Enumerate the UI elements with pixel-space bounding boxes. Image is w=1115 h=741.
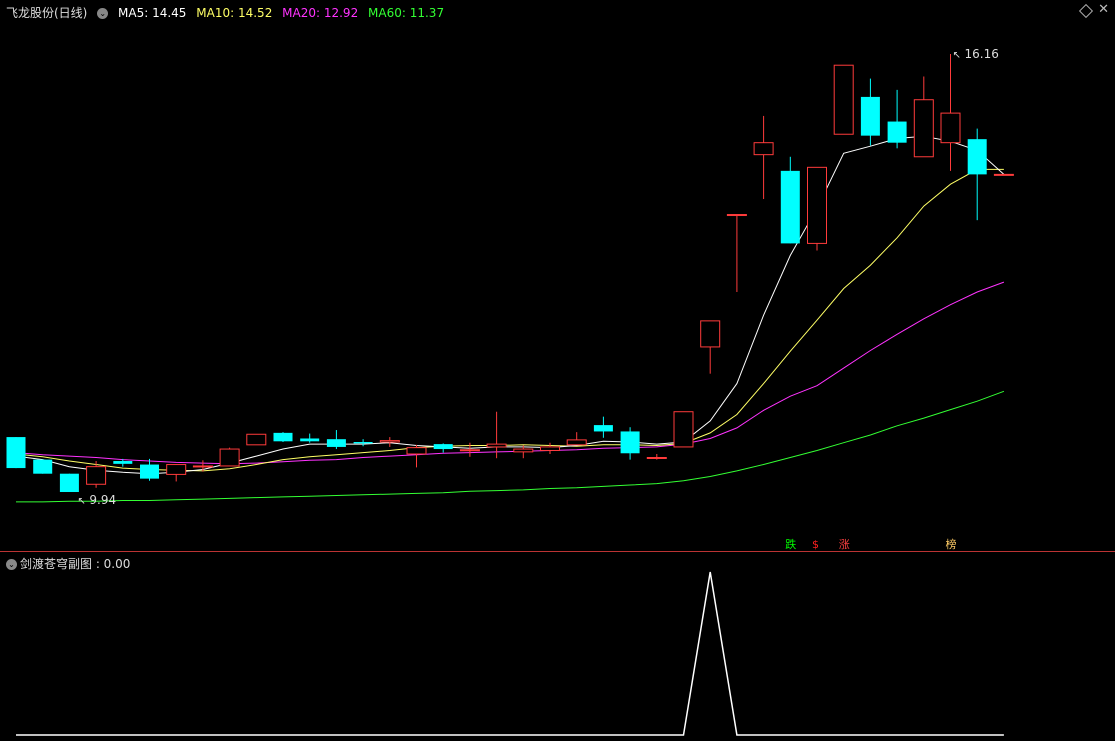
candle-body-up — [993, 173, 1014, 176]
candle-body-up — [513, 448, 534, 453]
candle-body-up — [486, 443, 507, 448]
sub-legend: ⌄ 剑渡苍穹副图 : 0.00 — [6, 555, 130, 572]
candle-body-down — [59, 473, 79, 493]
candle-body-down — [326, 439, 346, 447]
low-price-label: 9.94 — [89, 493, 116, 507]
ma60-label: MA60: 11.37 — [368, 6, 445, 20]
candle-body-down — [33, 459, 53, 474]
candle-body-up — [166, 464, 187, 475]
ma5-line — [15, 135, 1005, 475]
signal-marker: 涨 — [838, 538, 850, 551]
arrow-icon: ↖ — [77, 496, 85, 507]
main-kline-chart[interactable]: 16.16 ↖ 9.94 ↖ — [0, 0, 1115, 552]
candle-body-up — [673, 411, 694, 448]
candle-body-up — [913, 99, 934, 158]
candle-body-down — [353, 442, 373, 444]
candle-body-up — [833, 64, 854, 135]
candle-body-down — [887, 121, 907, 143]
stock-title[interactable]: 飞龙股份(日线) — [6, 6, 87, 20]
candle-body-up — [646, 457, 667, 460]
candle-body-down — [780, 170, 800, 244]
sub-indicator-chart[interactable] — [0, 552, 1115, 741]
candle-body-up — [940, 112, 961, 144]
ma10-line — [15, 168, 1004, 472]
close-icon[interactable]: ✕ — [1098, 2, 1109, 17]
arrow-icon: ↖ — [953, 50, 961, 61]
candle-body-down — [967, 139, 987, 175]
signal-marker: 跌 — [785, 538, 797, 551]
candle-body-up — [566, 439, 587, 446]
sub-indicator-label: 剑渡苍穹副图 : 0.00 — [20, 557, 131, 571]
candle-body-up — [86, 466, 107, 485]
candle-body-down — [433, 444, 453, 450]
signal-marker: $ — [812, 538, 819, 551]
ma20-label: MA20: 12.92 — [282, 6, 359, 20]
candle-body-down — [273, 432, 293, 442]
signal-marker: 榜 — [945, 538, 957, 551]
high-price-label: 16.16 — [965, 47, 999, 61]
candle-body-up — [379, 440, 400, 443]
candle-body-up — [807, 166, 827, 244]
ma10-label: MA10: 14.52 — [196, 6, 273, 20]
chevron-down-icon[interactable]: ⌄ — [6, 559, 17, 570]
candle-body-up — [700, 320, 721, 348]
candle-body-up — [540, 446, 560, 451]
candle-body-down — [6, 437, 26, 469]
ma5-label: MA5: 14.45 — [118, 6, 187, 20]
candle-body-down — [593, 425, 613, 432]
candle-body-up — [192, 465, 213, 468]
candle-body-down — [113, 461, 133, 464]
candle-body-down — [620, 431, 640, 454]
candle-body-up — [219, 448, 240, 467]
candle-body-up — [726, 214, 747, 217]
candle-body-up — [406, 447, 427, 455]
chevron-down-icon[interactable]: ⌄ — [97, 8, 109, 19]
sub-indicator-line — [16, 571, 1004, 736]
candle-body-up — [246, 433, 267, 446]
candle-body-down — [140, 464, 159, 479]
ma20-line — [15, 281, 1005, 465]
candle-body-up — [753, 142, 774, 156]
candle-body-down — [860, 96, 880, 136]
candle-body-up — [459, 449, 480, 452]
main-legend: 飞龙股份(日线) ⌄ MA5: 14.45 MA10: 14.52 MA20: … — [6, 4, 450, 21]
candle-body-down — [300, 438, 320, 442]
